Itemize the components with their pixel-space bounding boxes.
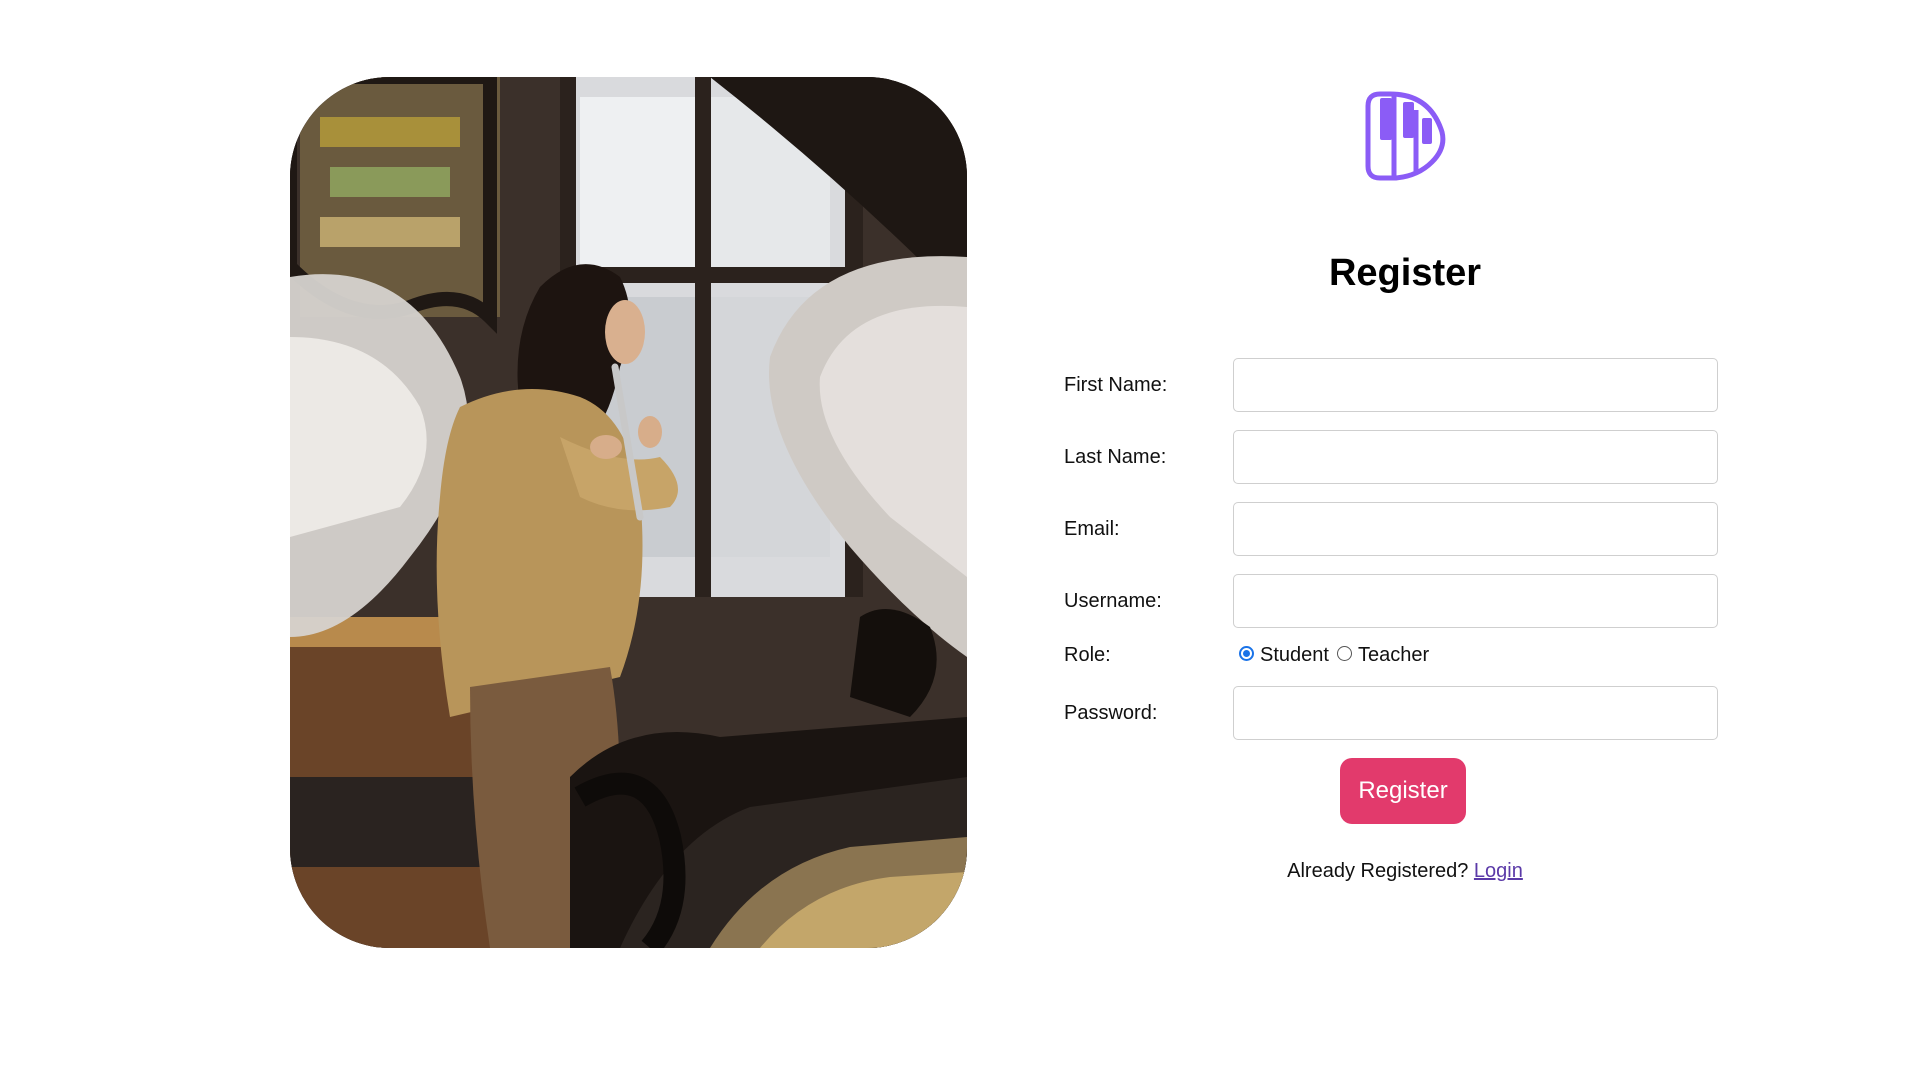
already-registered-text: Already Registered? [1287, 860, 1469, 882]
role-student-radio[interactable] [1239, 645, 1254, 661]
username-row: Username: [1064, 574, 1718, 628]
register-page: Register First Name: Last Name: Email: U… [0, 0, 1920, 1080]
first-name-label: First Name: [1064, 374, 1168, 396]
last-name-input[interactable] [1233, 430, 1718, 484]
last-name-row: Last Name: [1064, 430, 1718, 484]
role-radio-group: Student Teacher [1233, 640, 1431, 670]
last-name-label: Last Name: [1064, 446, 1167, 468]
email-row: Email: [1064, 502, 1718, 556]
page-title: Register [1328, 252, 1482, 294]
username-input[interactable] [1233, 574, 1718, 628]
email-input[interactable] [1233, 502, 1718, 556]
hero-photo [290, 77, 967, 948]
password-input[interactable] [1233, 686, 1718, 740]
flute-player-image [290, 77, 967, 948]
piano-keys-logo-icon [1360, 88, 1450, 184]
username-label: Username: [1064, 590, 1162, 612]
email-label: Email: [1064, 518, 1120, 540]
register-button[interactable]: Register [1340, 758, 1466, 824]
password-label: Password: [1064, 702, 1158, 724]
role-teacher-radio[interactable] [1336, 645, 1352, 661]
first-name-row: First Name: [1064, 358, 1718, 412]
login-link[interactable]: Login [1474, 860, 1523, 882]
first-name-input[interactable] [1233, 358, 1718, 412]
role-row: Role: Student Teacher [1064, 640, 1718, 670]
role-student-label[interactable]: Student [1260, 644, 1329, 667]
already-registered-line: Already Registered? Login [1064, 860, 1746, 883]
role-teacher-label[interactable]: Teacher [1358, 644, 1429, 667]
role-label: Role: [1064, 644, 1111, 666]
password-row: Password: [1064, 686, 1718, 740]
